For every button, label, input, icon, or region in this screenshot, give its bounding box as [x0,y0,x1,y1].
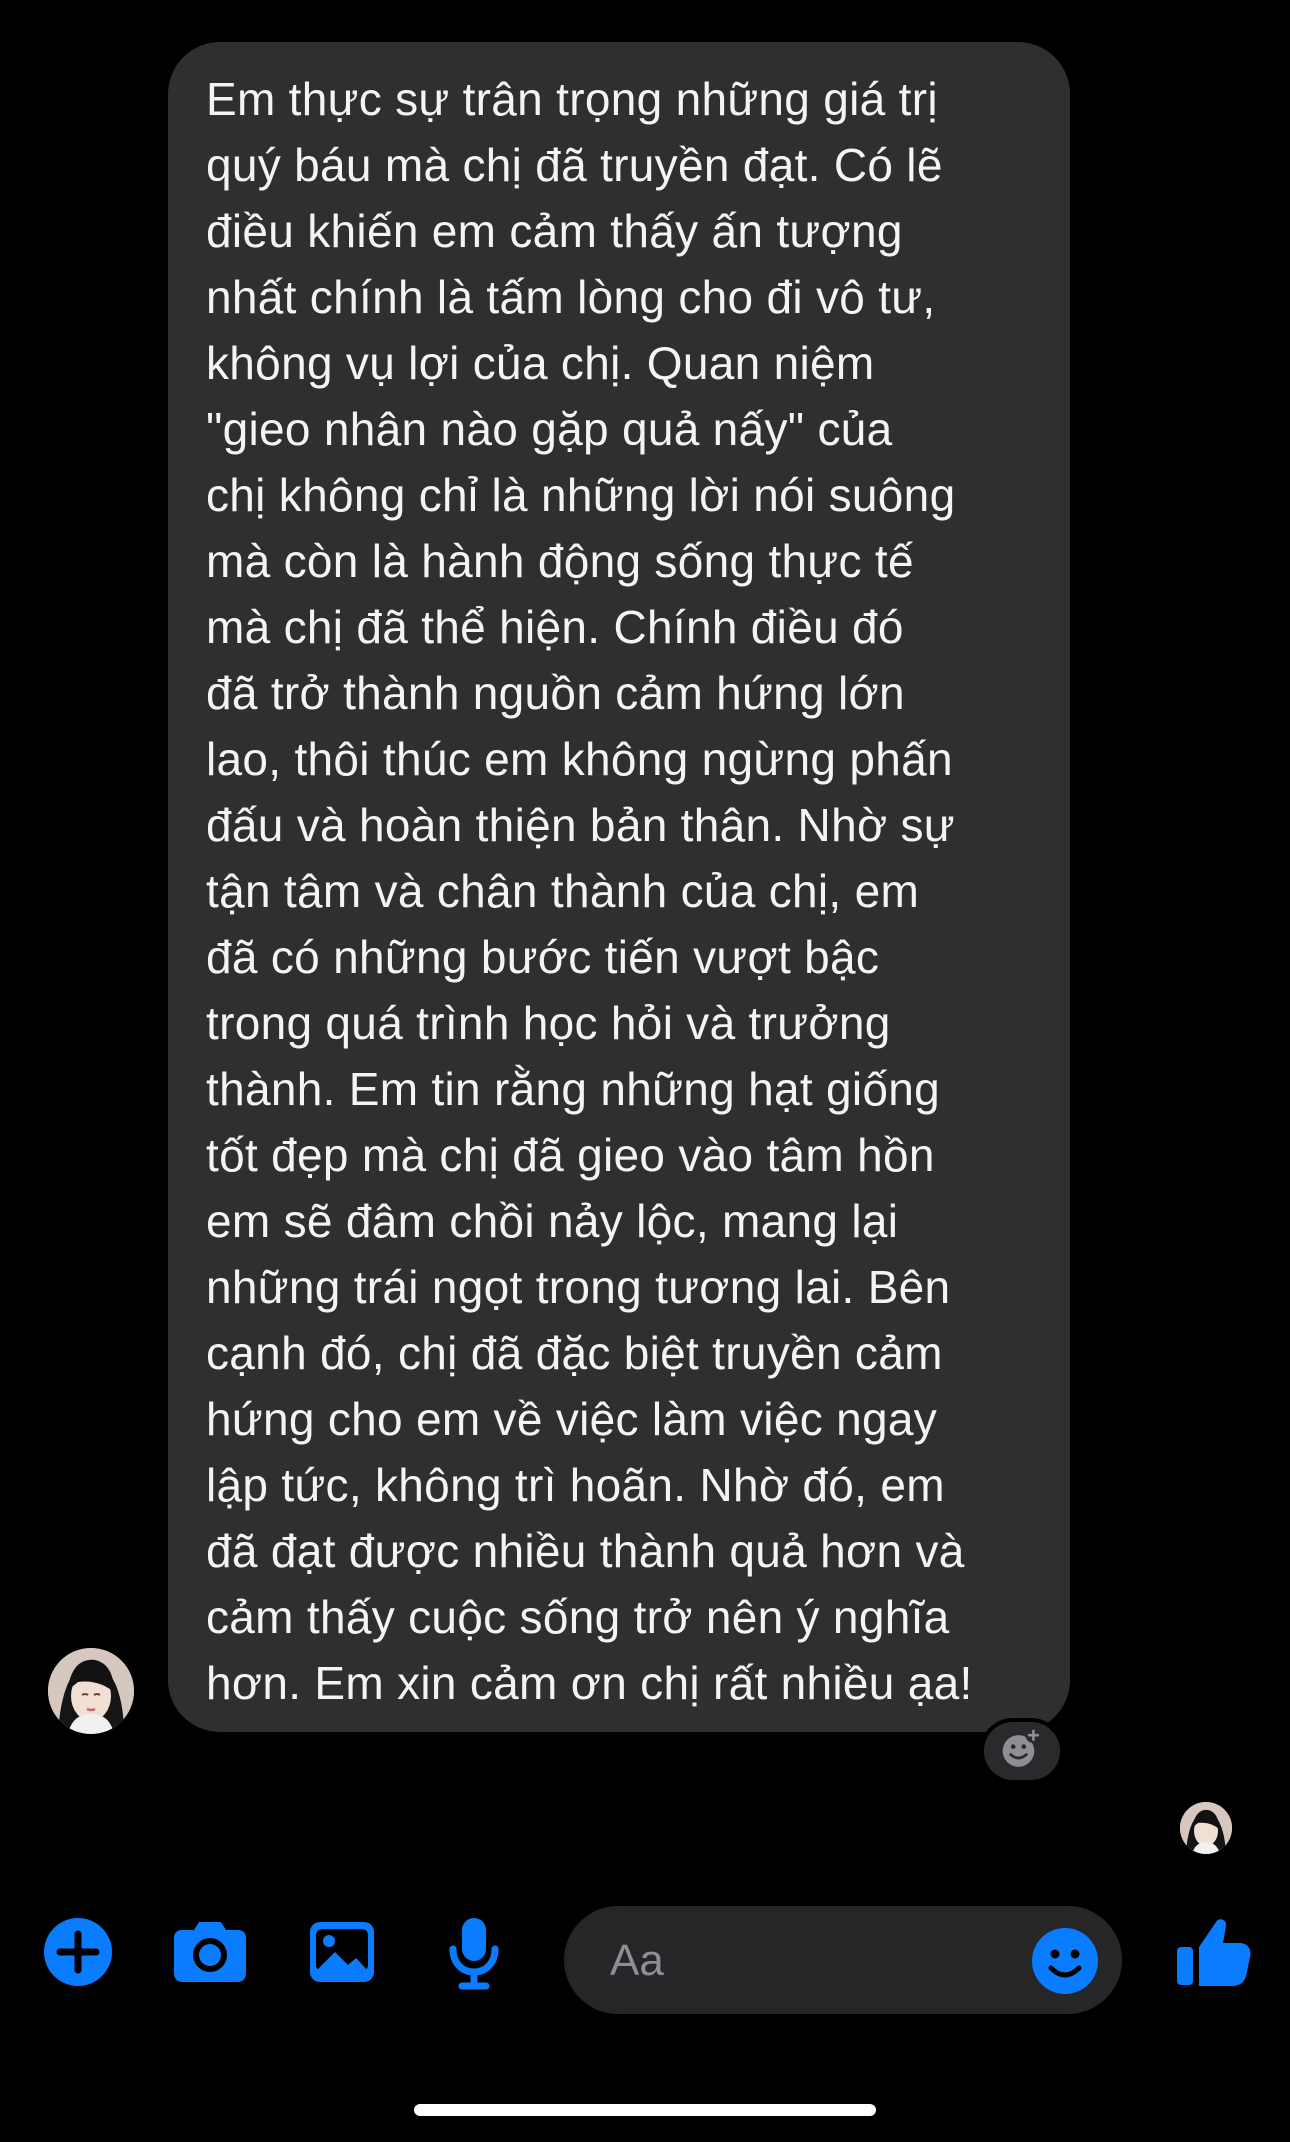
smiley-icon [1032,1928,1098,1994]
message-line: thành. Em tin rằng những hạt giống [206,1063,941,1115]
add-reaction-button[interactable] [980,1718,1064,1784]
avatar-portrait-icon [1180,1802,1232,1854]
message-line: cạnh đó, chị đã đặc biệt truyền cảm [206,1327,943,1379]
camera-button[interactable] [168,1910,252,1994]
camera-icon [174,1922,246,1982]
message-line: những trái ngọt trong tương lai. Bên [206,1261,951,1313]
message-line: hứng cho em về việc làm việc ngay [206,1393,938,1445]
message-line: tốt đẹp mà chị đã gieo vào tâm hồn [206,1129,935,1181]
photo-icon [310,1922,374,1982]
voice-message-button[interactable] [432,1910,516,1994]
microphone-icon [449,1918,499,1990]
add-button[interactable] [36,1910,120,1994]
seen-indicator-avatar [1180,1802,1232,1854]
avatar-portrait-icon [48,1648,134,1734]
message-line: tận tâm và chân thành của chị, em [206,865,920,917]
plus-circle-icon [44,1918,112,1986]
message-line: nhất chính là tấm lòng cho đi vô tư, [206,271,936,323]
message-line: lập tức, không trì hoãn. Nhờ đó, em [206,1459,945,1511]
message-line: đã trở thành nguồn cảm hứng lớn [206,667,905,719]
message-line: hơn. Em xin cảm ơn chị rất nhiều ạa! [206,1657,973,1709]
message-bubble[interactable]: Em thực sự trân trọng những giá trị quý … [168,42,1070,1732]
message-line: "gieo nhân nào gặp quả nấy" của [206,403,893,455]
message-line: mà chị đã thể hiện. Chính điều đó [206,601,904,653]
message-line: mà còn là hành động sống thực tế [206,535,914,587]
message-line: chị không chỉ là những lời nói suông [206,469,956,521]
sender-avatar[interactable] [48,1648,134,1734]
message-line: quý báu mà chị đã truyền đạt. Có lẽ [206,139,943,191]
message-line: Em thực sự trân trọng những giá trị [206,73,938,125]
message-line: lao, thôi thúc em không ngừng phấn [206,733,953,785]
message-line: trong quá trình học hỏi và trưởng [206,997,891,1049]
add-reaction-icon [1002,1727,1042,1767]
message-line: cảm thấy cuộc sống trở nên ý nghĩa [206,1591,950,1643]
message-line: em sẽ đâm chồi nảy lộc, mang lại [206,1195,899,1247]
message-line: không vụ lợi của chị. Quan niệm [206,337,875,389]
message-input-container[interactable] [564,1906,1122,2014]
message-line: đấu và hoàn thiện bản thân. Nhờ sự [206,799,955,851]
gallery-button[interactable] [300,1910,384,1994]
thumbs-up-icon [1177,1919,1251,1986]
emoji-button[interactable] [1030,1926,1100,1996]
message-input[interactable] [608,1930,972,1992]
like-button[interactable] [1168,1910,1258,1994]
home-indicator [414,2104,876,2116]
message-line: đã có những bước tiến vượt bậc [206,931,880,983]
message-line: điều khiến em cảm thấy ấn tượng [206,205,903,257]
message-line: đã đạt được nhiều thành quả hơn và [206,1525,965,1577]
